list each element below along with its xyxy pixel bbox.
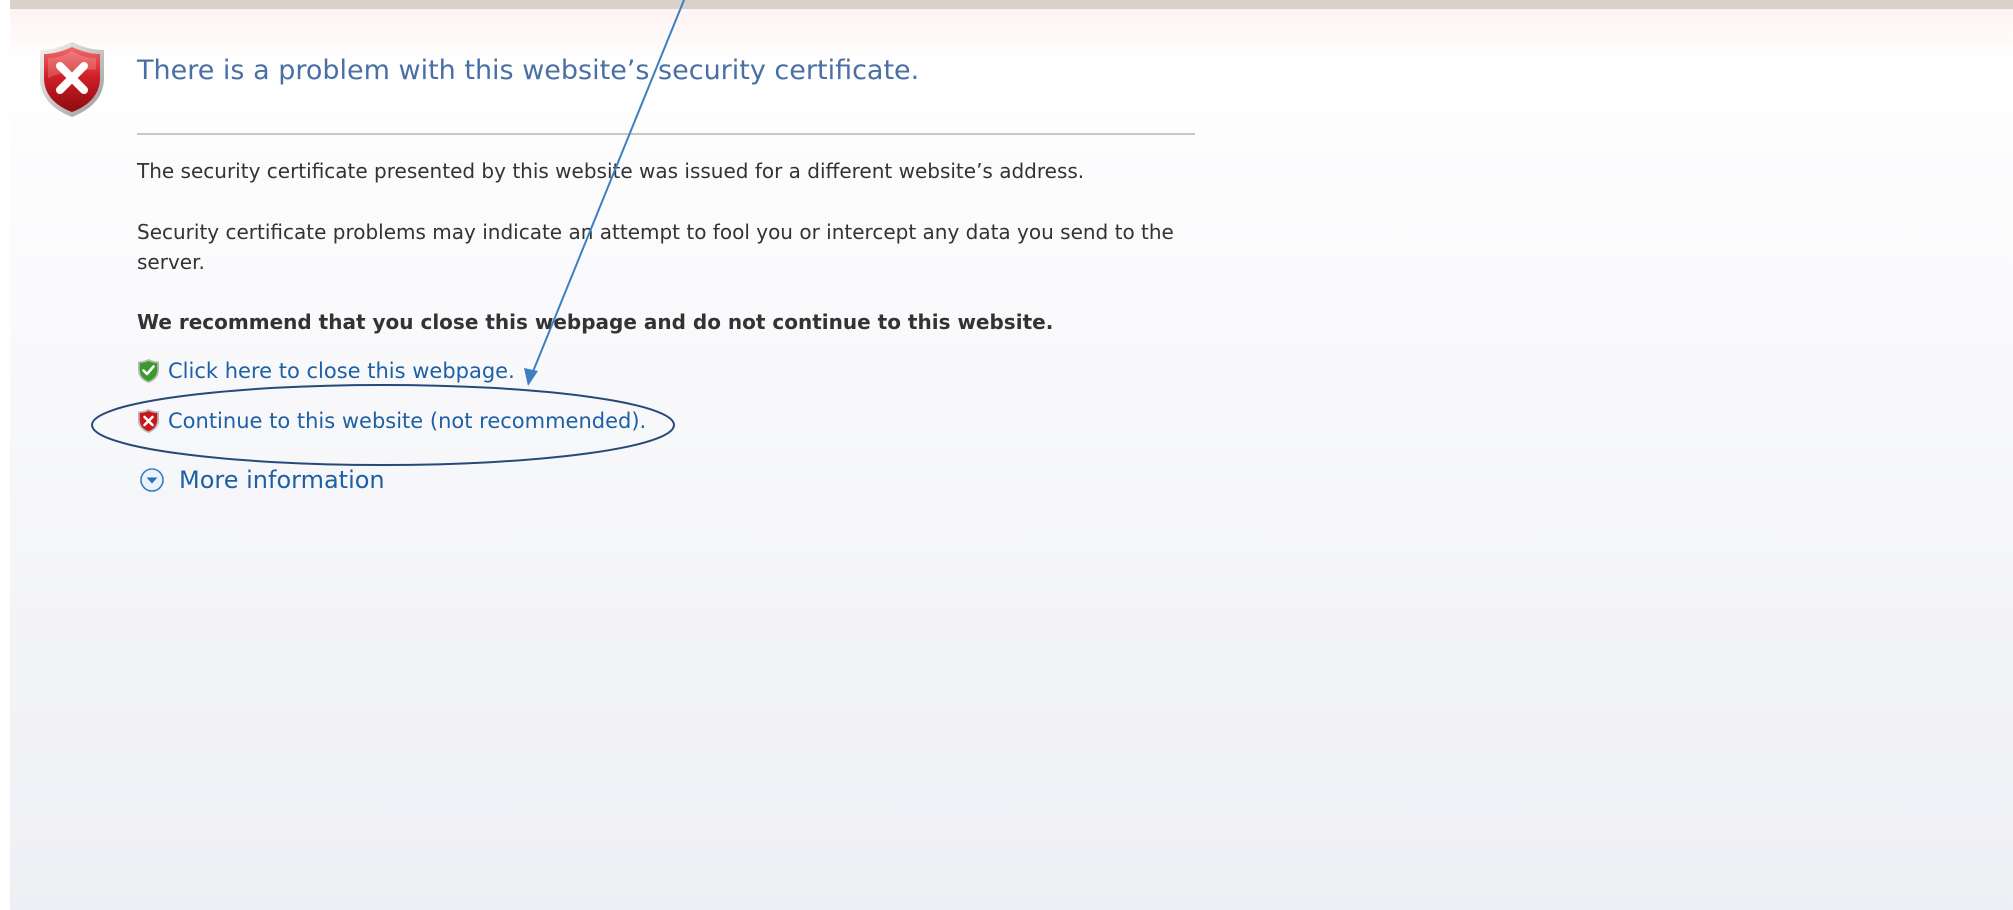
- window-edge: [0, 0, 10, 910]
- recommendation-text: We recommend that you close this webpage…: [137, 310, 1054, 334]
- more-information-label[interactable]: More information: [179, 466, 385, 494]
- shield-check-icon: [138, 359, 159, 383]
- certificate-error-page: [10, 0, 2013, 910]
- security-warning-text: Security certificate problems may indica…: [137, 220, 1174, 274]
- title-divider: [137, 133, 1195, 135]
- close-webpage-link[interactable]: Click here to close this webpage.: [137, 358, 515, 384]
- more-information-toggle[interactable]: More information: [139, 466, 385, 494]
- continue-to-website-link-label[interactable]: Continue to this website (not recommende…: [168, 409, 646, 433]
- close-webpage-link-label[interactable]: Click here to close this webpage.: [168, 359, 515, 383]
- certificate-mismatch-text: The security certificate presented by th…: [137, 159, 1085, 183]
- continue-to-website-link[interactable]: Continue to this website (not recommende…: [137, 408, 646, 434]
- shield-error-icon: [138, 409, 159, 433]
- shield-error-icon: [40, 42, 104, 117]
- page-title: There is a problem with this website’s s…: [137, 55, 920, 86]
- chevron-down-circle-icon: [140, 468, 164, 492]
